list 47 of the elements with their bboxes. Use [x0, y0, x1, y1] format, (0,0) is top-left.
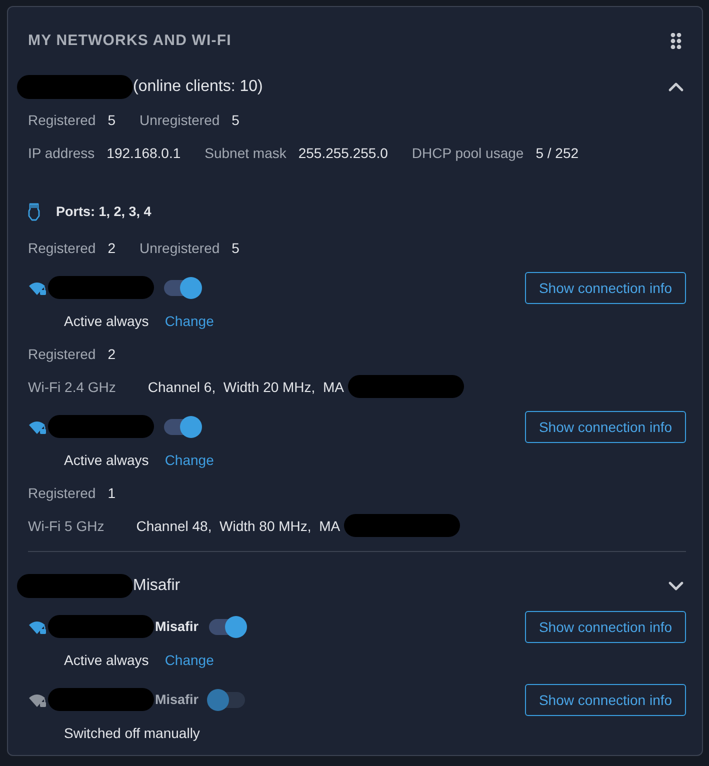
network-name: Misafir: [133, 576, 180, 594]
section-title: MY NETWORKS AND WI-FI: [28, 32, 232, 49]
stat-value: 5: [232, 240, 240, 256]
change-link[interactable]: Change: [164, 452, 214, 468]
stat-value: 5 / 252: [536, 144, 579, 160]
wifi-name: Misafir: [155, 692, 199, 707]
band-label: Wi-Fi 5 GHz: [28, 518, 104, 534]
stat-label: Registered: [28, 112, 96, 128]
stat-value: 5: [108, 112, 116, 128]
stat-value: 192.168.0.1: [106, 144, 181, 160]
collapse-icon[interactable]: [668, 82, 684, 92]
change-link[interactable]: Change: [164, 312, 214, 328]
wifi-status: Switched off manually: [64, 724, 200, 740]
expand-icon[interactable]: [668, 580, 684, 590]
stat-value: 5: [232, 112, 240, 128]
ethernet-port-icon: [28, 202, 40, 220]
wifi-status: Active always: [64, 652, 149, 668]
toggle-switch[interactable]: [164, 418, 200, 434]
change-link[interactable]: Change: [164, 652, 214, 668]
stat-label: Registered: [28, 240, 96, 256]
connection-info-button[interactable]: Show connection info: [525, 684, 686, 716]
toggle-switch[interactable]: [208, 692, 245, 708]
band-label: Wi-Fi 2.4 GHz: [28, 378, 116, 394]
stat-label: DHCP pool usage: [412, 144, 524, 160]
stat-label: Unregistered: [140, 112, 220, 128]
stat-label: Registered: [28, 346, 96, 362]
wifi-name: Misafir: [155, 619, 199, 634]
stat-value: 255.255.255.0: [298, 144, 388, 160]
stat-value: 1: [108, 484, 116, 500]
toggle-switch[interactable]: [164, 280, 200, 296]
toggle-switch[interactable]: [208, 618, 245, 634]
drag-handle-icon[interactable]: [670, 32, 682, 48]
stat-value: 2: [108, 240, 116, 256]
connection-info-button[interactable]: Show connection info: [525, 610, 686, 642]
ports-label: Ports: 1, 2, 3, 4: [56, 204, 152, 219]
stat-value: 2: [108, 346, 116, 362]
wifi-status: Active always: [64, 452, 149, 468]
stat-label: Unregistered: [140, 240, 220, 256]
stat-label: Subnet mask: [204, 144, 286, 160]
stat-label: Registered: [28, 484, 96, 500]
network-name: (online clients: 10): [133, 78, 263, 96]
band-details: Channel 6, Width 20 MHz, MA: [148, 378, 344, 394]
connection-info-button[interactable]: Show connection info: [525, 410, 686, 442]
stat-label: IP address: [28, 144, 95, 160]
connection-info-button[interactable]: Show connection info: [525, 272, 686, 304]
band-details: Channel 48, Width 80 MHz, MA: [136, 518, 340, 534]
wifi-status: Active always: [64, 312, 149, 328]
